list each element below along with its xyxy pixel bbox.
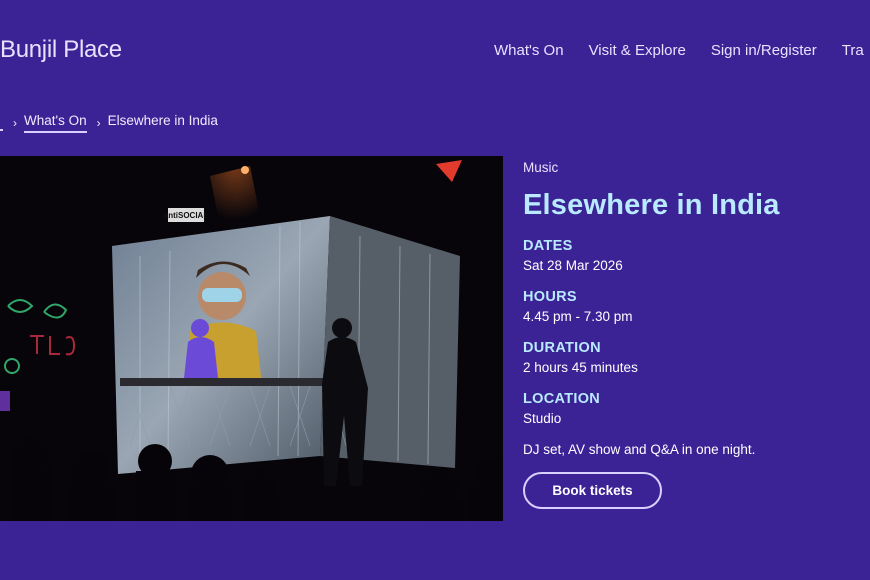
page-title: Elsewhere in India [523, 189, 780, 221]
nav-truncated-item[interactable]: Tra [842, 42, 864, 59]
breadcrumb: › What's On › Elsewhere in India [0, 113, 218, 133]
main-nav: What's On Visit & Explore Sign in/Regist… [494, 42, 864, 59]
event-category: Music [523, 160, 559, 175]
detail-heading: HOURS [523, 289, 577, 305]
event-hero-image: antiSOCIAL [0, 156, 503, 521]
detail-value: Studio [523, 411, 562, 426]
site-logo[interactable]: Bunjil Place [0, 36, 122, 64]
event-info: Music Elsewhere in India DATES Sat 28 Ma… [523, 160, 853, 509]
nav-sign-in[interactable]: Sign in/Register [711, 42, 817, 59]
detail-duration: DURATION 2 hours 45 minutes [523, 340, 853, 375]
detail-heading: LOCATION [523, 391, 601, 407]
hero-sign-text: antiSOCIAL [164, 211, 209, 220]
chevron-right-icon: › [13, 116, 17, 130]
detail-location: LOCATION Studio [523, 391, 853, 426]
book-tickets-button[interactable]: Book tickets [523, 472, 662, 509]
detail-heading: DURATION [523, 340, 601, 356]
detail-dates: DATES Sat 28 Mar 2026 [523, 238, 853, 273]
breadcrumb-home-fragment[interactable] [0, 115, 3, 131]
chevron-right-icon: › [96, 116, 101, 130]
breadcrumb-link-whats-on[interactable]: What's On [24, 113, 87, 133]
detail-hours: HOURS 4.45 pm - 7.30 pm [523, 289, 853, 324]
detail-value: 2 hours 45 minutes [523, 360, 638, 375]
nav-visit-explore[interactable]: Visit & Explore [589, 42, 686, 59]
detail-value: Sat 28 Mar 2026 [523, 258, 623, 273]
nav-whats-on[interactable]: What's On [494, 42, 564, 59]
detail-value: 4.45 pm - 7.30 pm [523, 309, 633, 324]
event-description: DJ set, AV show and Q&A in one night. [523, 442, 756, 457]
detail-heading: DATES [523, 238, 573, 254]
concert-photo: antiSOCIAL [0, 156, 503, 521]
breadcrumb-current: Elsewhere in India [107, 113, 218, 128]
